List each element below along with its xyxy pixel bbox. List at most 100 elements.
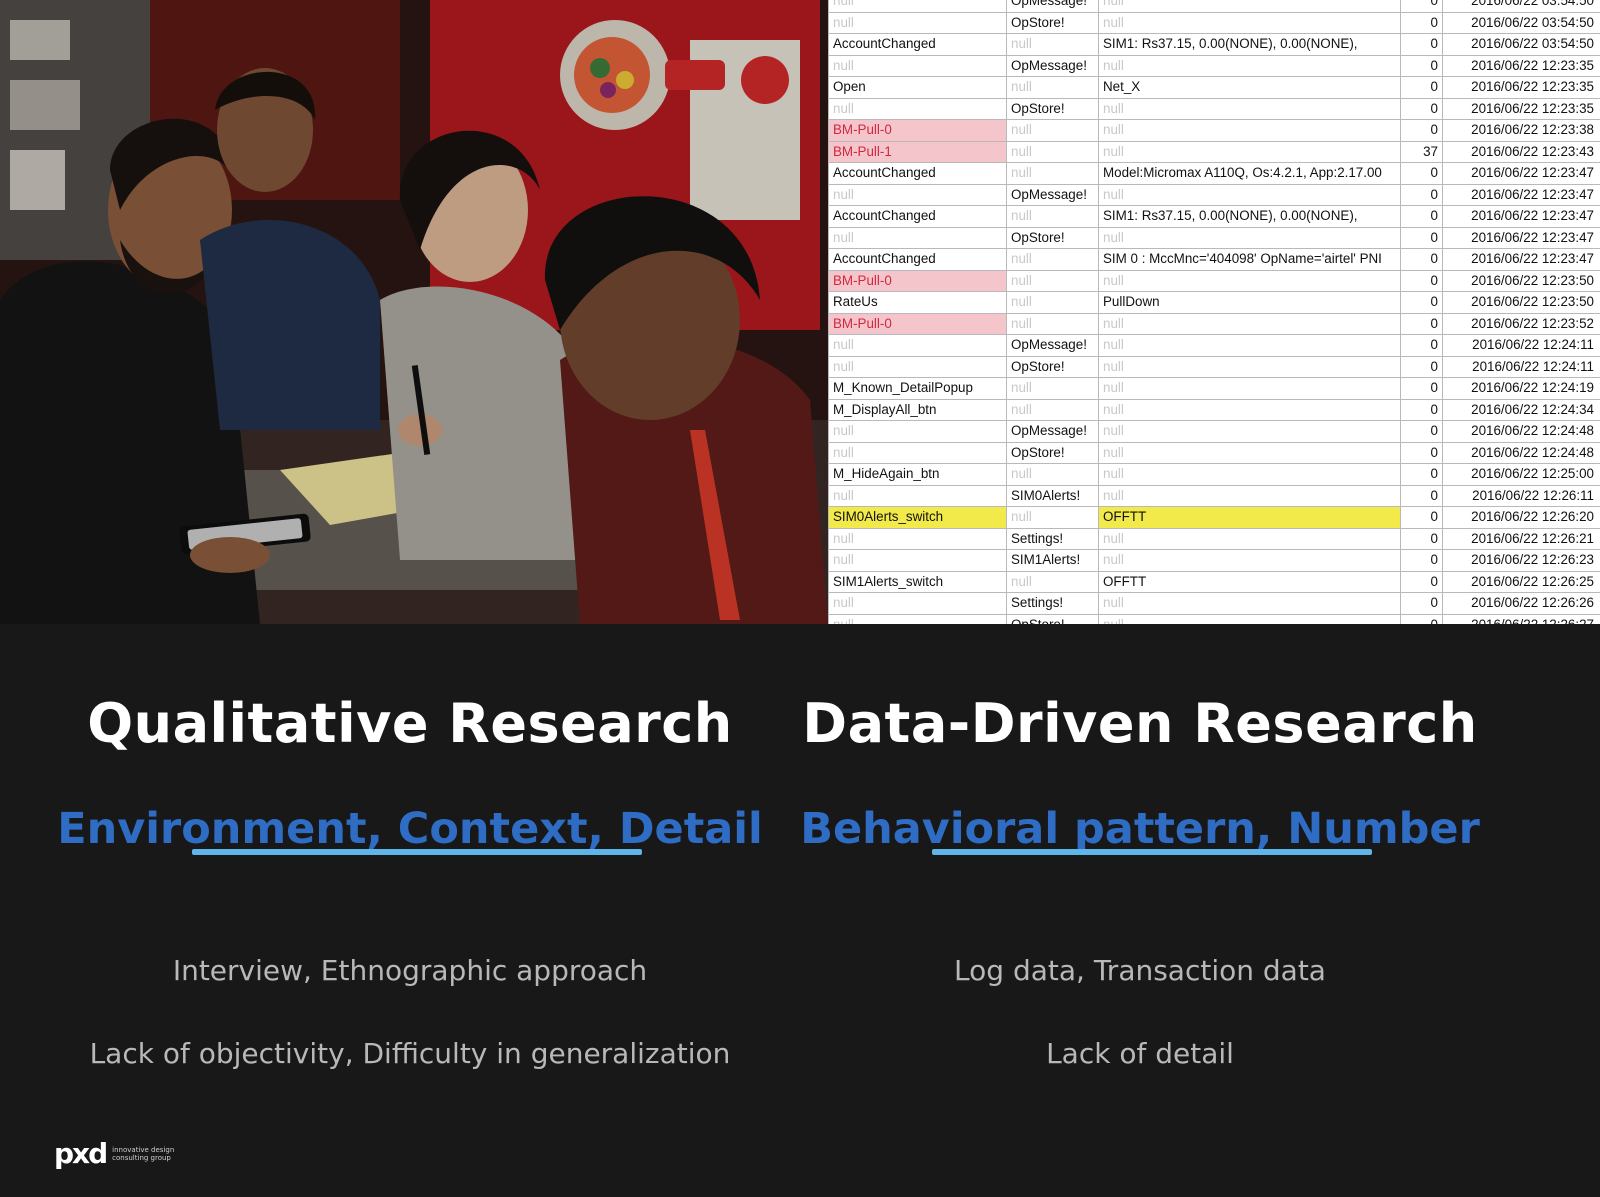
log-row: null OpMessage! null 0 2016/06/22 12:23:35 [828,54,1600,77]
log-cell: 2016/06/22 12:26:25 [1442,570,1600,593]
log-cell: OpStore! [1006,355,1099,378]
log-row: null OpMessage! null 0 2016/06/22 12:24:11 [828,334,1600,357]
log-cell: 0 [1400,398,1443,421]
log-cell: OpStore! [1006,226,1099,249]
log-cell: 2016/06/22 12:26:21 [1442,527,1600,550]
log-cell: 0 [1400,248,1443,271]
log-cell: SIM0Alerts! [1006,484,1099,507]
log-cell: null [1006,291,1099,314]
log-cell: BM-Pull-0 [828,312,1007,335]
log-cell: null [1006,269,1099,292]
field-research-illustration [0,0,828,624]
log-cell: M_Known_DetailPopup [828,377,1007,400]
log-row: M_HideAgain_btn null null 0 2016/06/22 12:25… [828,463,1600,486]
log-cell: 37 [1400,140,1443,163]
log-row: SIM1Alerts_switch null OFFTT 0 2016/06/22 12… [828,570,1600,593]
log-cell: null [1006,119,1099,142]
log-cell: M_DisplayAll_btn [828,398,1007,421]
log-cell: OpStore! [1006,97,1099,120]
log-cell: null [828,527,1007,550]
log-cell: 0 [1400,183,1443,206]
log-cell: 2016/06/22 12:26:11 [1442,484,1600,507]
field-research-photo [0,0,828,624]
data-driven-underline [932,849,1372,855]
log-row: SIM0Alerts_switch null OFFTT 0 2016/06/22 12… [828,506,1600,529]
qualitative-subtitle-wrap: Environment, Context, Detail [0,804,820,854]
log-row: null OpMessage! null 0 2016/06/22 03:54:50 [828,0,1600,13]
log-cell: 0 [1400,420,1443,443]
log-cell: null [828,183,1007,206]
log-cell: 0 [1400,377,1443,400]
log-cell: PullDown [1098,291,1401,314]
log-row: AccountChanged null SIM 0 : MccMnc='404098… [828,248,1600,271]
log-cell: null [1006,140,1099,163]
log-cell: 0 [1400,484,1443,507]
log-row: AccountChanged null Model:Micromax A110Q, … [828,162,1600,185]
qualitative-underline [192,849,642,855]
log-cell: Model:Micromax A110Q, Os:4.2.1, App:2.17… [1098,162,1401,185]
log-cell: 2016/06/22 12:24:48 [1442,420,1600,443]
log-cell: null [828,613,1007,624]
log-cell: 2016/06/22 12:23:43 [1442,140,1600,163]
log-cell: null [1098,592,1401,615]
log-cell: null [1098,312,1401,335]
log-cell: 2016/06/22 12:26:23 [1442,549,1600,572]
log-cell: 0 [1400,162,1443,185]
log-cell: SIM1: Rs37.15, 0.00(NONE), 0.00(NONE), [1098,205,1401,228]
data-driven-column: Data-Driven Research Behavioral pattern,… [730,624,1550,1197]
log-cell: 2016/06/22 12:23:47 [1442,205,1600,228]
log-cell: 0 [1400,54,1443,77]
log-cell: null [1098,226,1401,249]
log-cell: null [1006,463,1099,486]
log-cell: AccountChanged [828,162,1007,185]
log-cell: null [828,11,1007,34]
log-cell: null [828,97,1007,120]
log-row: BM-Pull-0 null null 0 2016/06/22 12:23:52 [828,312,1600,335]
log-cell: null [1006,377,1099,400]
log-cell: 2016/06/22 12:23:47 [1442,183,1600,206]
log-cell: 0 [1400,76,1443,99]
log-cell: Settings! [1006,592,1099,615]
log-cell: 0 [1400,613,1443,624]
log-row: null OpStore! null 0 2016/06/22 12:23:47 [828,226,1600,249]
log-cell: 0 [1400,506,1443,529]
log-cell: null [1098,269,1401,292]
log-cell: 2016/06/22 12:24:48 [1442,441,1600,464]
log-cell: null [1006,248,1099,271]
log-row: AccountChanged null SIM1: Rs37.15, 0.00(NO… [828,33,1600,56]
log-cell: 2016/06/22 03:54:50 [1442,0,1600,13]
log-cell: null [1098,420,1401,443]
log-row: null OpStore! null 0 2016/06/22 12:24:48 [828,441,1600,464]
log-cell: 2016/06/22 12:24:11 [1442,355,1600,378]
log-cell: Open [828,76,1007,99]
log-cell: BM-Pull-1 [828,140,1007,163]
data-driven-subtitle-wrap: Behavioral pattern, Number [730,804,1550,854]
log-cell: 2016/06/22 12:23:38 [1442,119,1600,142]
log-cell: null [828,549,1007,572]
log-cell: 2016/06/22 12:23:52 [1442,312,1600,335]
log-cell: 0 [1400,592,1443,615]
log-cell: 2016/06/22 12:23:35 [1442,54,1600,77]
log-cell: 2016/06/22 12:23:47 [1442,226,1600,249]
log-cell: null [1098,613,1401,624]
log-row: null OpStore! null 0 2016/06/22 12:24:11 [828,355,1600,378]
log-cell: null [1098,377,1401,400]
pxd-logo-mark: pxd [54,1137,108,1170]
log-row: null SIM0Alerts! null 0 2016/06/22 12:26:11 [828,484,1600,507]
log-cell: SIM1: Rs37.15, 0.00(NONE), 0.00(NONE), [1098,33,1401,56]
log-row: BM-Pull-0 null null 0 2016/06/22 12:23:38 [828,119,1600,142]
log-cell: null [1098,11,1401,34]
log-cell: null [828,0,1007,13]
log-cell: null [828,592,1007,615]
log-cell: null [1098,484,1401,507]
qualitative-limitation: Lack of objectivity, Difficulty in gener… [89,1037,731,1070]
pxd-logo-tagline: innovative design consulting group [112,1146,174,1162]
log-cell: null [1098,398,1401,421]
log-cell: 0 [1400,291,1443,314]
log-cell: AccountChanged [828,248,1007,271]
log-table-body: null OpMessage! null 0 2016/06/22 03:54:50 nu… [828,0,1600,624]
log-cell: null [1098,183,1401,206]
log-cell: null [828,420,1007,443]
log-cell: OpMessage! [1006,420,1099,443]
log-cell: null [1098,334,1401,357]
